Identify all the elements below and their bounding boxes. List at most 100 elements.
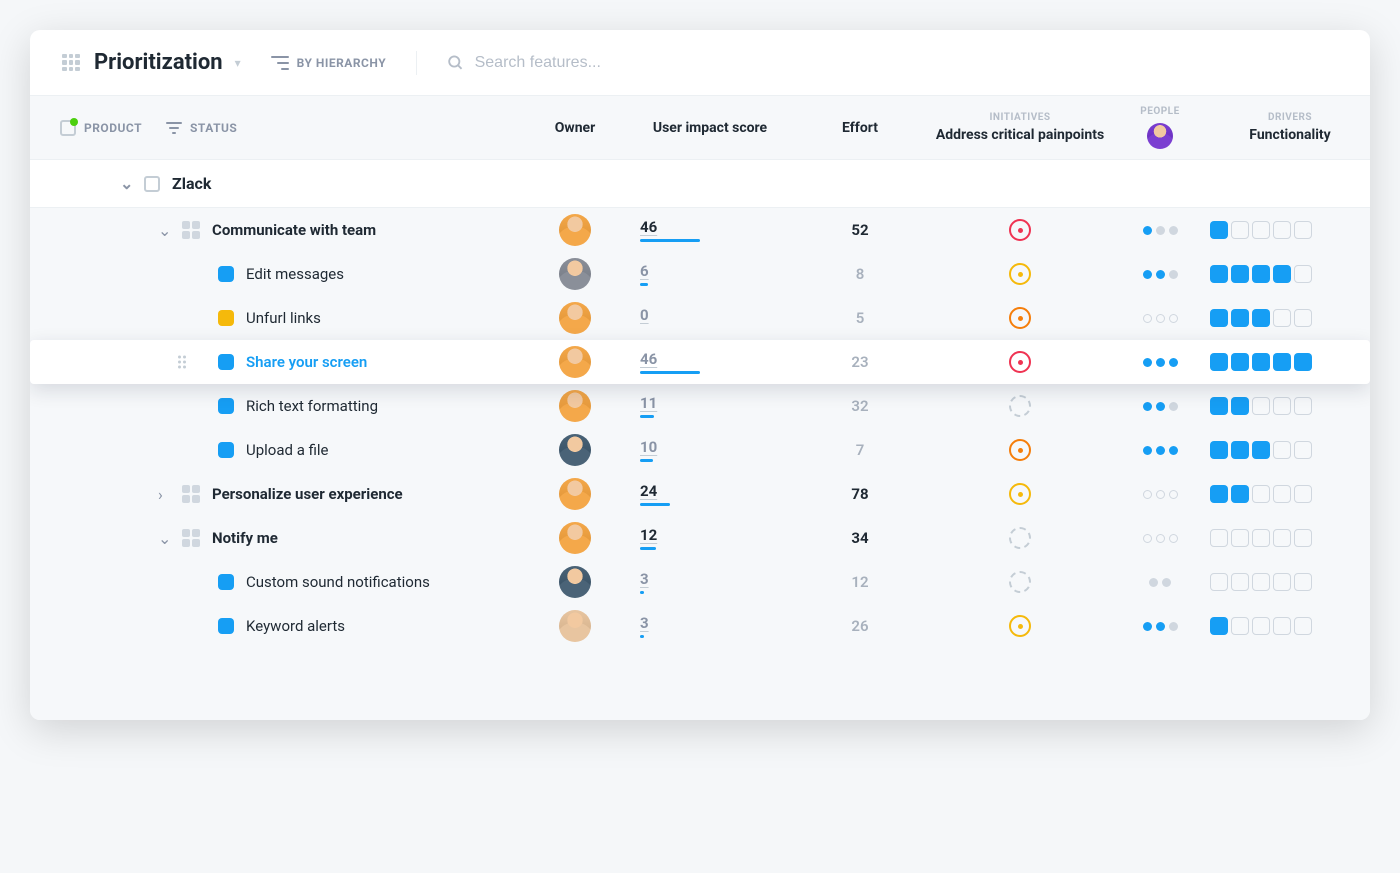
table-row[interactable]: ⌄ Communicate with team 46 52 <box>30 208 1370 252</box>
people-dots[interactable] <box>1110 534 1210 543</box>
effort-value[interactable]: 34 <box>790 529 930 547</box>
initiative-target-icon[interactable] <box>1009 263 1031 285</box>
group-header-zlack[interactable]: ⌄ Zlack <box>30 160 1370 208</box>
chevron-down-icon: ⌄ <box>120 174 132 193</box>
color-tag <box>218 618 234 634</box>
avatar[interactable] <box>559 390 591 422</box>
column-header-effort[interactable]: Effort <box>790 96 930 159</box>
avatar[interactable] <box>559 610 591 642</box>
grid-icon <box>60 52 82 74</box>
color-tag <box>218 398 234 414</box>
driver-boxes[interactable] <box>1210 485 1370 503</box>
impact-score[interactable]: 6 <box>640 262 649 280</box>
chevron-down-icon[interactable]: ⌄ <box>158 529 170 548</box>
impact-score[interactable]: 46 <box>640 218 657 236</box>
avatar[interactable] <box>559 434 591 466</box>
table-row[interactable]: Keyword alerts326 <box>30 604 1370 648</box>
impact-score[interactable]: 10 <box>640 438 657 456</box>
product-filter-label: PRODUCT <box>84 121 142 135</box>
effort-value[interactable]: 78 <box>790 485 930 503</box>
driver-boxes[interactable] <box>1210 397 1370 415</box>
avatar[interactable] <box>559 566 591 598</box>
people-dots[interactable] <box>1110 446 1210 455</box>
effort-value[interactable]: 52 <box>790 221 930 239</box>
people-dots[interactable] <box>1110 402 1210 411</box>
people-dots[interactable] <box>1110 314 1210 323</box>
table-row[interactable]: Rich text formatting1132 <box>30 384 1370 428</box>
feature-title: Personalize user experience <box>212 485 403 503</box>
product-filter[interactable]: PRODUCT <box>60 120 142 136</box>
initiative-target-icon[interactable] <box>1009 395 1031 417</box>
view-switcher[interactable]: Prioritization ▾ <box>60 50 241 75</box>
avatar[interactable] <box>559 302 591 334</box>
driver-boxes[interactable] <box>1210 529 1370 547</box>
table-row[interactable]: Edit messages 6 8 <box>30 252 1370 296</box>
group-by-button[interactable]: BY HIERARCHY <box>271 56 387 70</box>
score-bar <box>640 459 653 462</box>
impact-score[interactable]: 46 <box>640 350 657 368</box>
driver-boxes[interactable] <box>1210 441 1370 459</box>
impact-score[interactable]: 24 <box>640 482 657 500</box>
driver-boxes[interactable] <box>1210 573 1370 591</box>
table-row[interactable]: Share your screen4623 <box>30 340 1370 384</box>
initiative-target-icon[interactable] <box>1009 571 1031 593</box>
driver-boxes[interactable] <box>1210 617 1370 635</box>
initiative-target-icon[interactable] <box>1009 351 1031 373</box>
feature-title: Communicate with team <box>212 221 376 239</box>
effort-value[interactable]: 32 <box>790 397 930 415</box>
impact-score[interactable]: 0 <box>640 306 649 324</box>
chevron-right-icon[interactable]: › <box>158 485 170 504</box>
initiative-target-icon[interactable] <box>1009 439 1031 461</box>
status-filter-label: STATUS <box>190 121 237 135</box>
driver-boxes[interactable] <box>1210 309 1370 327</box>
column-header-drivers[interactable]: DRIVERS Functionality <box>1210 96 1370 159</box>
avatar[interactable] <box>559 522 591 554</box>
initiative-target-icon[interactable] <box>1009 483 1031 505</box>
column-header-initiatives[interactable]: INITIATIVES Address critical painpoints <box>930 96 1110 159</box>
people-dots[interactable] <box>1110 490 1210 499</box>
people-dots[interactable] <box>1110 226 1210 235</box>
initiative-target-icon[interactable] <box>1009 615 1031 637</box>
impact-score[interactable]: 12 <box>640 526 657 544</box>
impact-score[interactable]: 3 <box>640 570 649 588</box>
effort-value[interactable]: 12 <box>790 573 930 591</box>
table-row[interactable]: › Personalize user experience 24 78 <box>30 472 1370 516</box>
initiative-target-icon[interactable] <box>1009 307 1031 329</box>
avatar[interactable] <box>559 346 591 378</box>
group-by-label: BY HIERARCHY <box>297 56 387 70</box>
column-header-impact[interactable]: User impact score <box>630 96 790 159</box>
table-row[interactable]: ⌄ Notify me 12 34 <box>30 516 1370 560</box>
people-dots[interactable] <box>1110 270 1210 279</box>
status-filter[interactable]: STATUS <box>166 121 237 135</box>
driver-boxes[interactable] <box>1210 265 1370 283</box>
avatar[interactable] <box>559 214 591 246</box>
table-row[interactable]: Upload a file107 <box>30 428 1370 472</box>
product-icon <box>144 176 160 192</box>
people-dots[interactable] <box>1110 358 1210 367</box>
avatar[interactable] <box>559 478 591 510</box>
effort-value[interactable]: 5 <box>790 309 930 327</box>
feature-title: Edit messages <box>246 265 344 283</box>
column-header-people[interactable]: PEOPLE <box>1110 96 1210 159</box>
effort-value[interactable]: 8 <box>790 265 930 283</box>
search-input[interactable] <box>475 54 1340 72</box>
column-header-owner[interactable]: Owner <box>520 96 630 159</box>
avatar[interactable] <box>559 258 591 290</box>
driver-boxes[interactable] <box>1210 353 1370 371</box>
drag-handle-icon[interactable] <box>178 356 186 369</box>
table-row[interactable]: Unfurl links05 <box>30 296 1370 340</box>
impact-score[interactable]: 11 <box>640 394 657 412</box>
driver-boxes[interactable] <box>1210 221 1370 239</box>
effort-value[interactable]: 26 <box>790 617 930 635</box>
score-bar <box>640 591 644 594</box>
feature-title: Notify me <box>212 529 278 547</box>
effort-value[interactable]: 23 <box>790 353 930 371</box>
table-row[interactable]: Custom sound notifications312 <box>30 560 1370 604</box>
effort-value[interactable]: 7 <box>790 441 930 459</box>
initiative-target-icon[interactable] <box>1009 527 1031 549</box>
chevron-down-icon[interactable]: ⌄ <box>158 221 170 240</box>
impact-score[interactable]: 3 <box>640 614 649 632</box>
people-dots[interactable] <box>1110 622 1210 631</box>
people-dots[interactable] <box>1110 578 1210 587</box>
initiative-target-icon[interactable] <box>1009 219 1031 241</box>
